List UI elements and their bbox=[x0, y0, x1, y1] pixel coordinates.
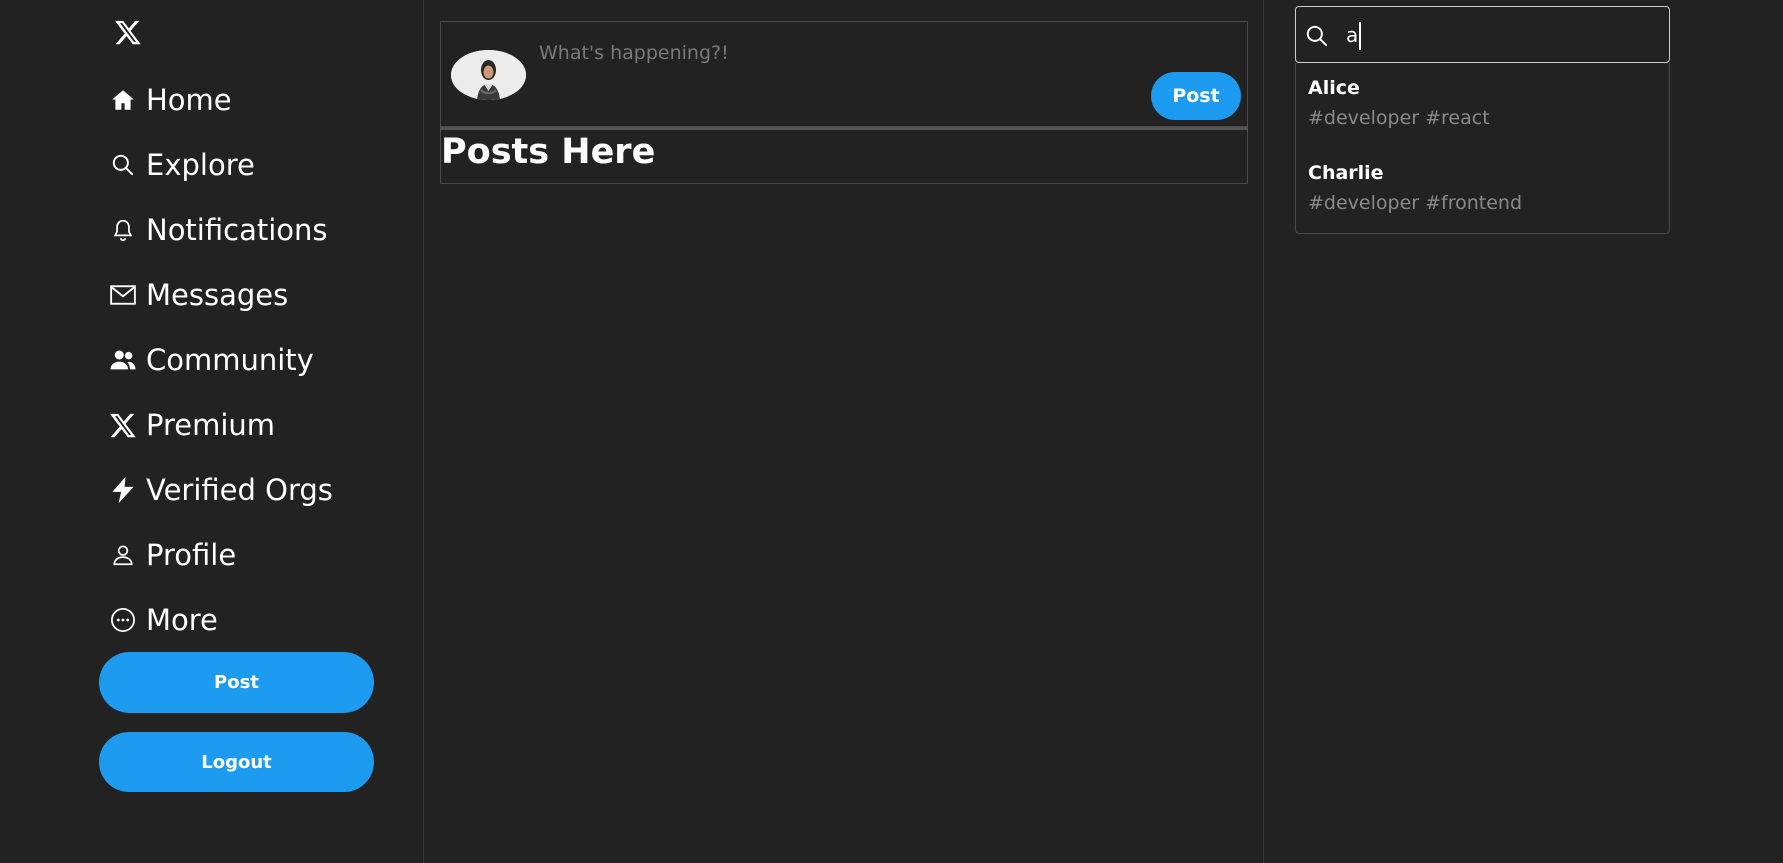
lightning-icon bbox=[108, 475, 138, 505]
sidebar-item-label: Explore bbox=[146, 148, 255, 182]
sidebar: Home Explore Notifications Messages Comm… bbox=[0, 0, 424, 863]
people-icon bbox=[108, 345, 138, 375]
sidebar-item-label: Home bbox=[146, 83, 232, 117]
home-icon bbox=[108, 85, 138, 115]
search-icon bbox=[1304, 23, 1332, 51]
sidebar-item-profile[interactable]: Profile bbox=[108, 532, 236, 578]
search-results-dropdown: Alice #developer #react Charlie #develop… bbox=[1295, 63, 1670, 234]
sidebar-item-more[interactable]: More bbox=[108, 597, 218, 643]
envelope-icon bbox=[108, 280, 138, 310]
result-tags: #developer #react bbox=[1308, 107, 1490, 129]
search-icon bbox=[108, 150, 138, 180]
post-button[interactable]: Post bbox=[99, 652, 374, 713]
x-logo-icon[interactable] bbox=[114, 18, 142, 46]
sidebar-item-messages[interactable]: Messages bbox=[108, 272, 288, 318]
composer-input[interactable]: What's happening?! bbox=[539, 42, 729, 64]
search-result-item[interactable]: Charlie #developer #frontend bbox=[1308, 162, 1522, 214]
result-name: Alice bbox=[1308, 77, 1360, 99]
bell-icon bbox=[108, 215, 138, 245]
search-box[interactable] bbox=[1295, 6, 1670, 63]
logout-button[interactable]: Logout bbox=[99, 732, 374, 792]
result-name: Charlie bbox=[1308, 162, 1384, 184]
sidebar-item-label: Notifications bbox=[146, 213, 328, 247]
sidebar-item-label: Profile bbox=[146, 538, 237, 572]
sidebar-item-label: Messages bbox=[146, 278, 289, 312]
post-composer: What's happening?! Post bbox=[440, 21, 1248, 127]
composer-post-button[interactable]: Post bbox=[1151, 72, 1241, 120]
result-tags: #developer #frontend bbox=[1308, 192, 1523, 214]
more-circle-icon bbox=[108, 605, 138, 635]
avatar[interactable] bbox=[451, 50, 526, 100]
main-feed: What's happening?! Post Posts Here bbox=[424, 0, 1264, 863]
sidebar-item-explore[interactable]: Explore bbox=[108, 142, 255, 188]
posts-heading: Posts Here bbox=[441, 132, 656, 172]
sidebar-item-premium[interactable]: Premium bbox=[108, 402, 275, 448]
search-result-item[interactable]: Alice #developer #react bbox=[1308, 77, 1490, 129]
sidebar-item-notifications[interactable]: Notifications bbox=[108, 207, 328, 253]
x-logo-icon bbox=[108, 410, 138, 440]
person-icon bbox=[108, 540, 138, 570]
sidebar-item-label: Premium bbox=[146, 408, 276, 442]
sidebar-item-label: Verified Orgs bbox=[146, 473, 333, 507]
sidebar-item-label: Community bbox=[146, 343, 314, 377]
sidebar-item-community[interactable]: Community bbox=[108, 337, 314, 383]
sidebar-item-label: More bbox=[146, 603, 218, 637]
sidebar-item-home[interactable]: Home bbox=[108, 77, 232, 123]
sidebar-item-verified-orgs[interactable]: Verified Orgs bbox=[108, 467, 333, 513]
posts-container: Posts Here bbox=[440, 130, 1248, 184]
text-caret bbox=[1359, 22, 1361, 50]
search-input[interactable] bbox=[1346, 17, 1646, 53]
